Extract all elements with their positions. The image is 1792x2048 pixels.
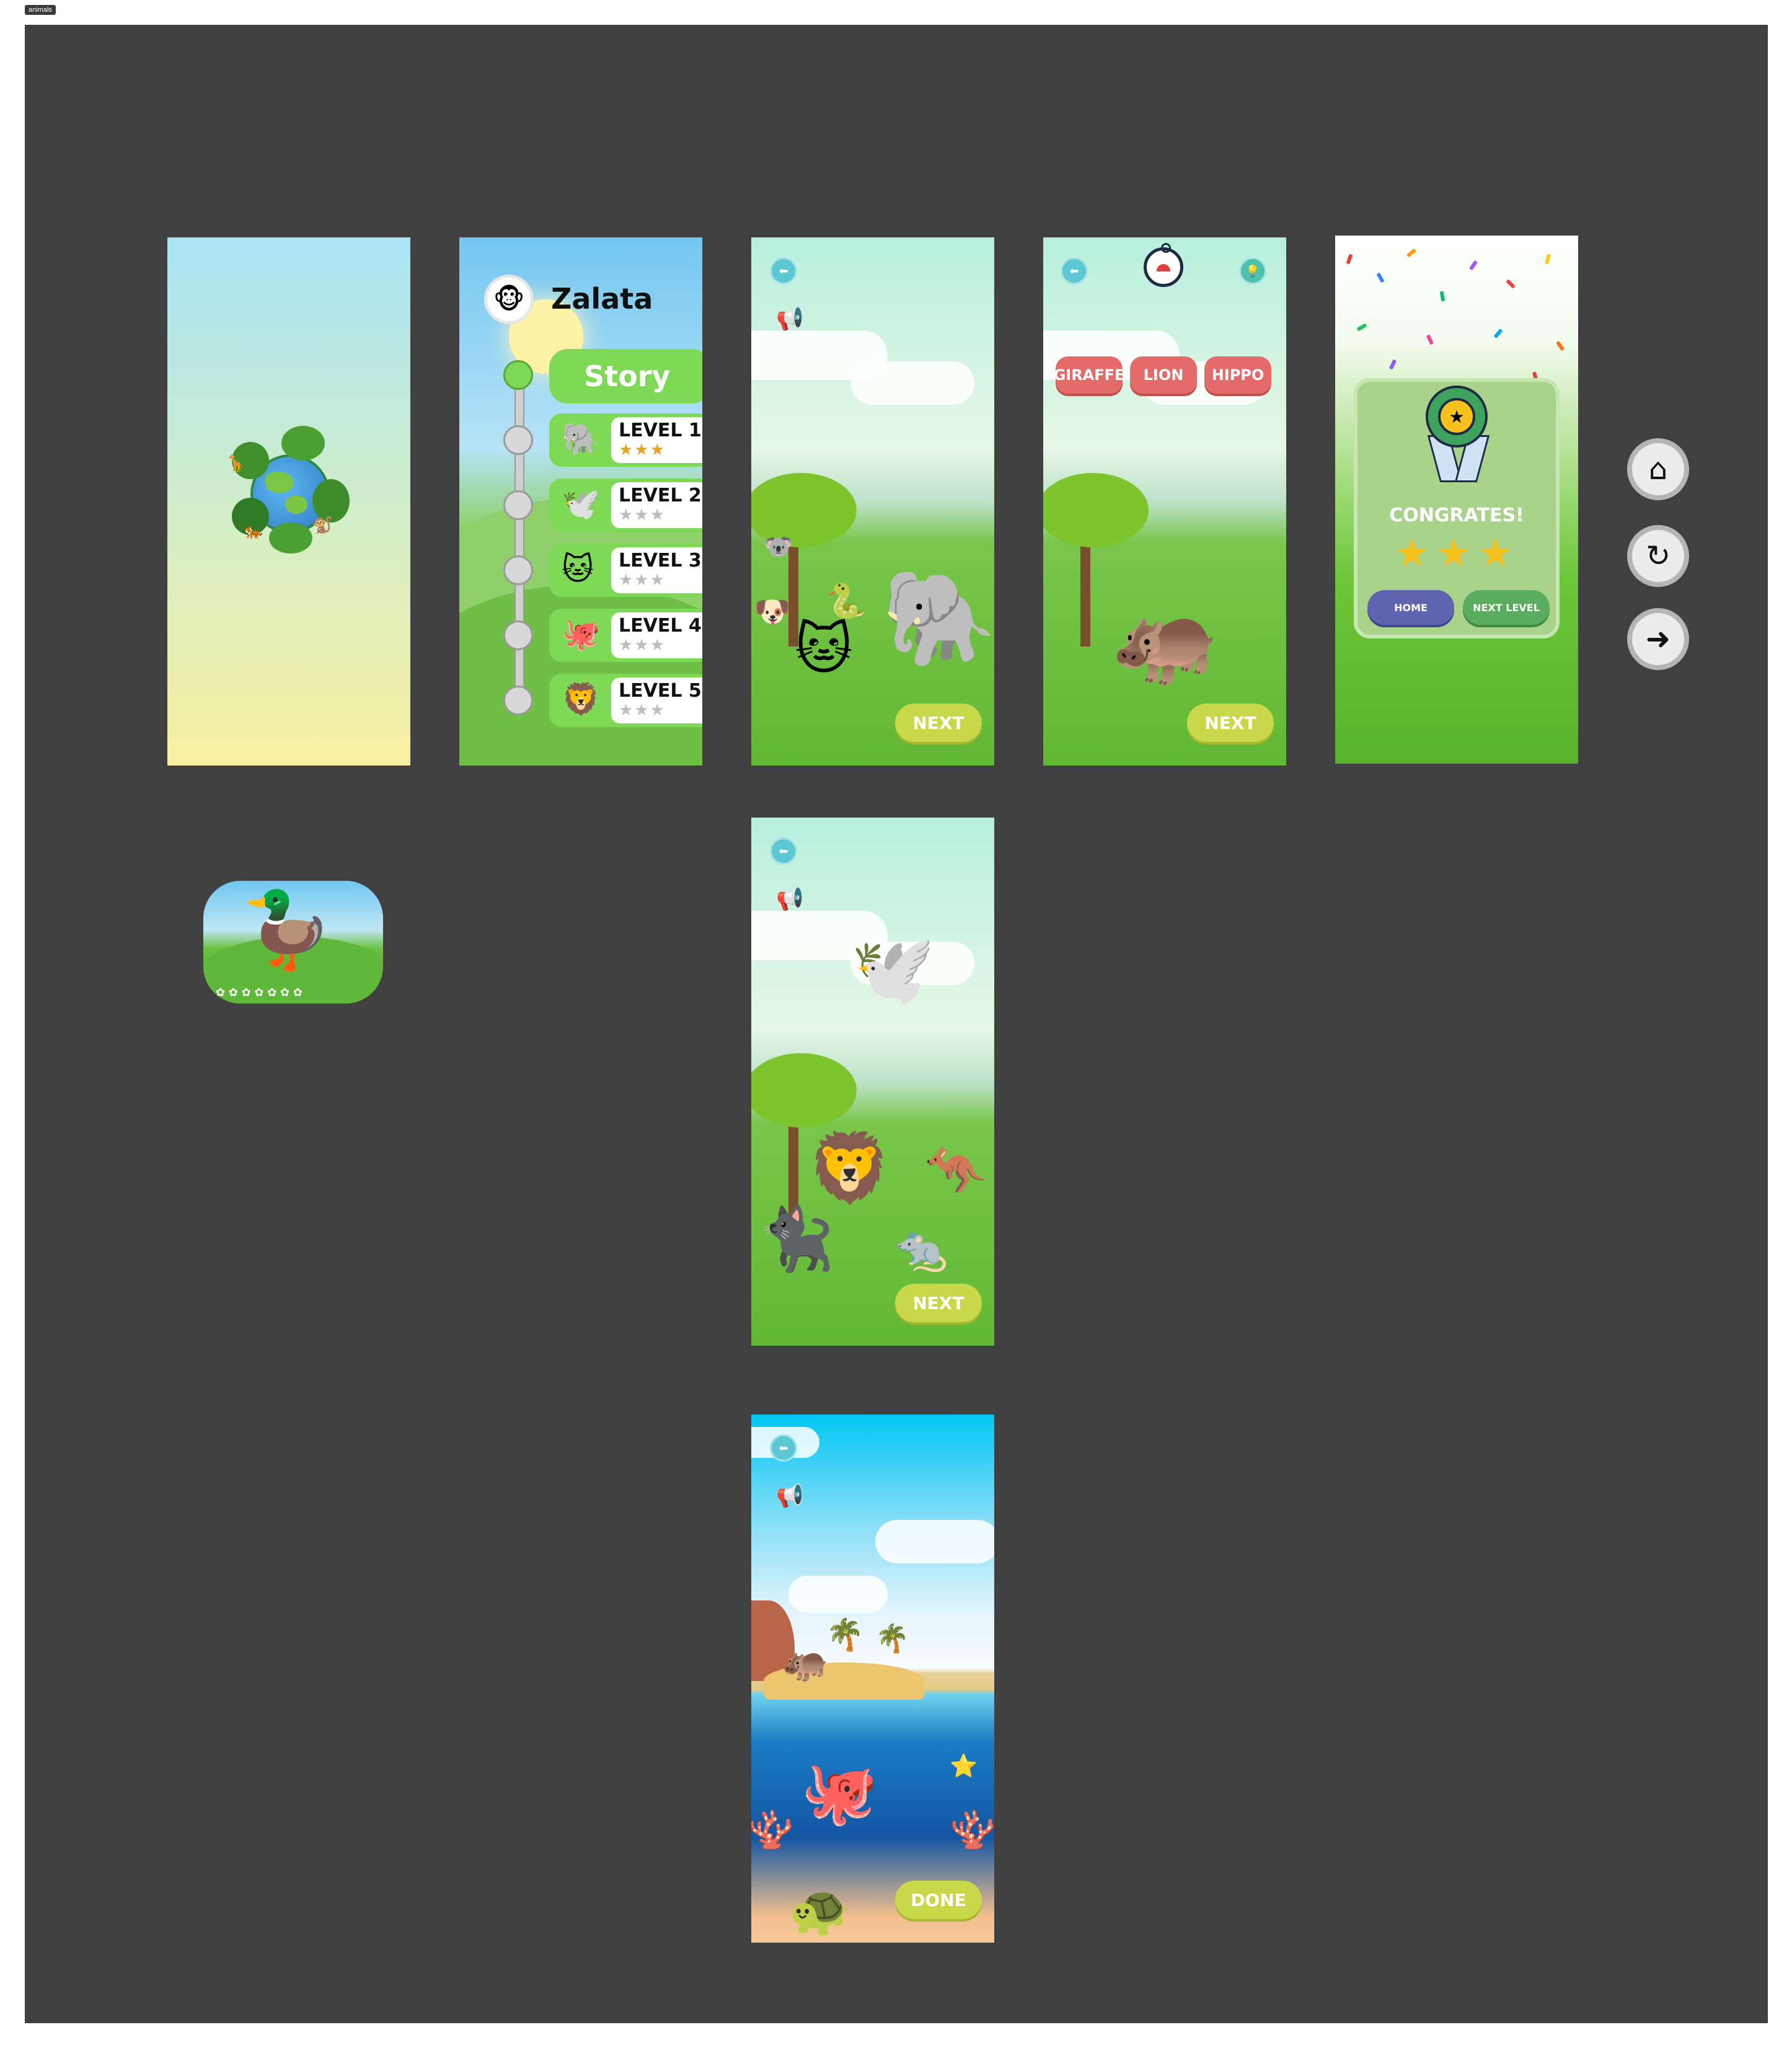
octopus-icon[interactable]: 🐙 <box>801 1762 878 1824</box>
speaker-icon[interactable]: 📢 <box>776 886 804 912</box>
coral-icon: 🪸 <box>751 1808 794 1852</box>
cat-icon[interactable]: 🐱 <box>795 622 853 678</box>
app-title: Zalata <box>551 282 653 316</box>
back-button[interactable]: ⬅ <box>770 837 797 865</box>
level-4-stars: ★★★ <box>619 636 666 655</box>
palm-tree-icon: 🌴 <box>875 1623 909 1654</box>
design-canvas: 🦒 🐒 🐅 🐵 Zalata Story 🐘 LEVEL 1 ★★★ 🕊️ LEV… <box>25 25 1768 2023</box>
level-track <box>514 374 524 705</box>
level-3-label: LEVEL 3 <box>619 550 702 572</box>
octopus-icon: 🐙 <box>562 616 601 652</box>
back-button[interactable]: ⬅ <box>770 1434 797 1462</box>
answer-lion-button[interactable]: LION <box>1130 356 1197 394</box>
timer-icon <box>1144 243 1183 287</box>
story-button[interactable]: Story <box>549 349 702 404</box>
hippo-icon[interactable]: 🦛 <box>782 1644 829 1681</box>
sea-screen: 🌴 🌴 🦛 ⬅ 📢 🐙 ⭐ 🐢 🪸 🪸 DONE <box>751 1415 994 1943</box>
track-dot-4 <box>503 620 533 650</box>
dog-icon[interactable]: 🐶 <box>754 597 791 627</box>
next-button[interactable]: NEXT <box>1187 704 1274 742</box>
home-icon[interactable]: ⌂ <box>1627 438 1689 500</box>
level-3-stars: ★★★ <box>619 571 666 589</box>
menu-screen: 🐵 Zalata Story 🐘 LEVEL 1 ★★★ 🕊️ LEVEL 2 ★★… <box>459 237 702 766</box>
story-label: Story <box>584 360 671 393</box>
lion-icon[interactable]: 🦁 <box>807 1134 892 1202</box>
done-button[interactable]: DONE <box>895 1881 982 1919</box>
next-level-button[interactable]: NEXT LEVEL <box>1463 590 1550 625</box>
panther-icon[interactable]: 🐈‍⬛ <box>757 1208 835 1270</box>
answer-giraffe-button[interactable]: GIRAFFE <box>1054 356 1124 394</box>
track-dot-5 <box>503 686 533 715</box>
lion-icon: 🦁 <box>562 681 601 717</box>
refresh-icon[interactable]: ↻ <box>1627 525 1689 587</box>
pelican-icon[interactable]: 🕊️ <box>850 935 935 1004</box>
level-2-label: LEVEL 2 <box>619 485 702 506</box>
home-button[interactable]: HOME <box>1367 590 1454 625</box>
snake-icon[interactable]: 🐍 <box>826 585 867 618</box>
back-button[interactable]: ⬅ <box>1061 257 1088 285</box>
level-2-stars: ★★★ <box>619 506 666 524</box>
level-5-stars: ★★★ <box>619 701 666 720</box>
arrow-right-icon[interactable]: ➜ <box>1627 608 1689 670</box>
track-dot-2 <box>503 490 533 520</box>
level-1-row[interactable]: 🐘 LEVEL 1 ★★★ <box>549 413 702 467</box>
palm-tree-icon: 🌴 <box>826 1617 865 1653</box>
koala-icon[interactable]: 🐨 <box>764 535 793 558</box>
kangaroo-icon[interactable]: 🦘 <box>925 1146 987 1196</box>
game-screen-1: ⬅ 📢 🐘 🐱 🐍 🐶 🐨 NEXT <box>751 237 994 766</box>
rat-icon[interactable]: 🐀 <box>894 1227 948 1270</box>
elephant-icon[interactable]: 🐘 <box>881 572 994 665</box>
level-4-label: LEVEL 4 <box>619 615 702 637</box>
congrats-panel: ★ CONGRATES! ★★★ HOME NEXT LEVEL <box>1354 378 1560 638</box>
level-3-row[interactable]: 🐱 LEVEL 3 ★★★ <box>549 544 702 597</box>
elephant-icon: 🐘 <box>562 421 601 457</box>
splash-screen: 🦒 🐒 🐅 <box>167 237 410 766</box>
level-4-row[interactable]: 🐙 LEVEL 4 ★★★ <box>549 609 702 662</box>
track-dot-story <box>503 360 533 390</box>
level-2-row[interactable]: 🕊️ LEVEL 2 ★★★ <box>549 479 702 532</box>
level-1-label: LEVEL 1 <box>619 420 702 441</box>
answer-hippo-button[interactable]: HIPPO <box>1204 356 1271 394</box>
pelican-icon: 🕊️ <box>562 486 601 522</box>
hippo-icon: 🦛 <box>1111 589 1220 691</box>
avatar[interactable]: 🐵 <box>484 275 534 324</box>
track-dot-1 <box>503 425 533 455</box>
congrats-stars: ★★★ <box>1393 531 1520 576</box>
level-5-label: LEVEL 5 <box>619 680 702 702</box>
track-dot-3 <box>503 555 533 585</box>
level-1-stars: ★★★ <box>619 441 666 459</box>
duck-icon: 🦆 <box>241 887 333 973</box>
level-5-row[interactable]: 🦁 LEVEL 5 ★★★ <box>549 674 702 727</box>
app-icon: 🦆 ✿ ✿ ✿ ✿ ✿ ✿ ✿ <box>203 881 383 1004</box>
starfish-icon[interactable]: ⭐ <box>950 1755 978 1778</box>
game-screen-2: ⬅ 📢 🕊️ 🦁 🦘 🐈‍⬛ 🐀 NEXT <box>751 818 994 1346</box>
back-button[interactable]: ⬅ <box>770 257 797 285</box>
next-button[interactable]: NEXT <box>895 1284 982 1322</box>
next-button[interactable]: NEXT <box>895 704 982 742</box>
turtle-icon[interactable]: 🐢 <box>788 1886 850 1935</box>
quiz-screen: ⬅ 💡 GIRAFFE LION HIPPO 🦛 NEXT <box>1043 237 1286 766</box>
award-badge-icon: ★ <box>1421 386 1492 482</box>
congrats-screen: ★ CONGRATES! ★★★ HOME NEXT LEVEL <box>1335 236 1578 764</box>
speaker-icon[interactable]: 📢 <box>776 306 804 332</box>
congrats-title: CONGRATES! <box>1389 505 1524 526</box>
earth-logo-icon: 🦒 🐒 🐅 <box>219 423 356 560</box>
cat-icon: 🐱 <box>562 551 594 587</box>
hint-button[interactable]: 💡 <box>1239 257 1266 285</box>
speaker-icon[interactable]: 📢 <box>776 1483 804 1509</box>
coral-icon: 🪸 <box>950 1808 994 1852</box>
frame-label: animals <box>25 5 56 15</box>
